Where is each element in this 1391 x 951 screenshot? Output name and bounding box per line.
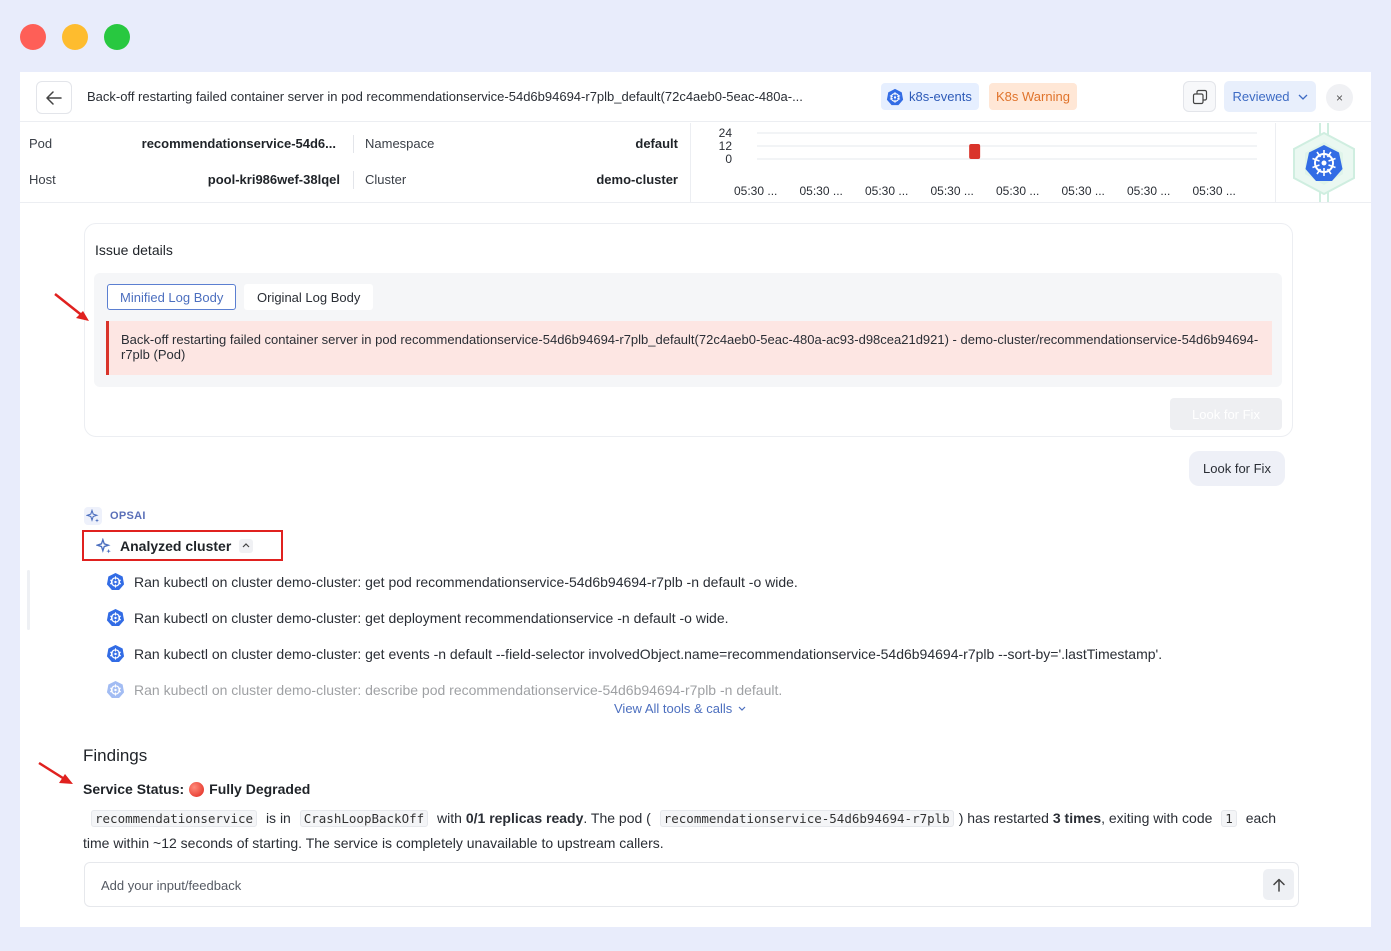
metadata-strip: Pod recommendationservice-54d6... Namesp… (20, 123, 1371, 203)
agent-header: OPSAI (84, 507, 146, 525)
kubernetes-hex-icon (1293, 123, 1355, 202)
log-panel: Minified Log Body Original Log Body Back… (94, 273, 1282, 387)
findings-bold: 3 times (1052, 810, 1102, 826)
agent-name: OPSAI (110, 510, 146, 522)
chart-x-tick-label: 05:30 ... (1062, 184, 1105, 198)
host-label: Host (29, 172, 56, 187)
chart-x-tick-label: 05:30 ... (800, 184, 843, 198)
tool-call-item: Ran kubectl on cluster demo-cluster: get… (106, 572, 798, 591)
severity-tag: K8s Warning (989, 83, 1077, 110)
look-for-fix-button[interactable]: Look for Fix (1170, 398, 1282, 430)
close-button[interactable]: × (1326, 84, 1353, 111)
copy-button[interactable] (1183, 81, 1216, 112)
findings-title: Findings (83, 746, 148, 765)
user-message-bubble: Look for Fix (1189, 451, 1285, 486)
app-window: Back-off restarting failed container ser… (20, 72, 1371, 927)
pod-value: recommendationservice-54d6... (141, 136, 336, 151)
chart-y-tick-label: 24 (719, 126, 733, 140)
window-zoom-control[interactable] (104, 24, 130, 50)
chart-x-tick-label: 05:30 ... (734, 184, 777, 198)
cluster-value: demo-cluster (596, 172, 678, 187)
chart-svg: 24120 05:30 ... 05:30 ... 05:30 ... 05:30 ..… (719, 126, 1257, 198)
kubernetes-logo (1277, 123, 1371, 202)
chevron-up-icon[interactable] (239, 538, 254, 553)
code-pod-state: CrashLoopBackOff (299, 810, 429, 827)
code-exit-code: 1 (1221, 810, 1237, 827)
service-status-value: Fully Degraded (209, 781, 311, 797)
window-minimize-control[interactable] (62, 24, 88, 50)
close-icon: × (1335, 90, 1343, 105)
severity-tag-label: K8s Warning (996, 89, 1070, 104)
tool-call-text: Ran kubectl on cluster demo-cluster: get… (134, 609, 729, 626)
issue-details-title: Issue details (95, 242, 173, 258)
chevron-down-icon (1298, 94, 1308, 100)
issue-header: Back-off restarting failed container ser… (20, 72, 1371, 122)
chevron-down-icon (738, 706, 746, 711)
log-body-text: Back-off restarting failed container ser… (106, 321, 1272, 375)
findings-text: . The pod ( (583, 810, 651, 826)
view-all-tools-link[interactable]: View All tools & calls (614, 701, 746, 716)
chart-bar[interactable] (969, 144, 981, 159)
annotation-arrow-icon (54, 293, 89, 321)
status-red-icon (189, 781, 205, 797)
cluster-label: Cluster (365, 172, 407, 187)
tool-call-item: Ran kubectl on cluster demo-cluster: get… (106, 608, 729, 627)
findings-text: is in (265, 810, 291, 826)
status-select[interactable]: Reviewed (1224, 81, 1316, 112)
tab-original-log-body[interactable]: Original Log Body (244, 284, 374, 310)
service-status-label: Service Status: (83, 781, 185, 797)
send-button[interactable] (1263, 869, 1294, 900)
kubernetes-icon (106, 572, 125, 591)
code-pod-name: recommendationservice-54d6b94694-r7plb (659, 810, 954, 827)
issue-title: Back-off restarting failed container ser… (87, 89, 803, 104)
feedback-input[interactable] (101, 875, 1201, 895)
analyzed-cluster-toggle[interactable]: Analyzed cluster (82, 530, 283, 561)
source-tag: k8s-events (881, 83, 979, 110)
code-service-name: recommendationservice (91, 810, 258, 827)
issue-details-card: Issue details Minified Log Body Original… (84, 223, 1293, 437)
kubernetes-icon (886, 88, 904, 105)
host-value: pool-kri986wef-38lqel (207, 172, 340, 187)
kubernetes-icon (106, 644, 125, 663)
chart-y-tick-label: 12 (719, 139, 733, 153)
source-tag-label: k8s-events (909, 89, 972, 104)
chart-x-tick-label: 05:30 ... (931, 184, 974, 198)
chart-x-tick-label: 05:30 ... (1127, 184, 1170, 198)
status-select-value: Reviewed (1232, 89, 1290, 104)
tool-call-text: Ran kubectl on cluster demo-cluster: des… (134, 681, 783, 698)
analyzed-cluster-label: Analyzed cluster (120, 537, 232, 554)
service-status: Service Status: Fully Degraded (83, 781, 310, 797)
window-close-control[interactable] (20, 24, 46, 50)
annotation-arrow-icon (38, 761, 73, 784)
copy-icon (1192, 89, 1207, 104)
view-all-tools-label: View All tools & calls (614, 701, 733, 716)
tool-call-item: Ran kubectl on cluster demo-cluster: des… (106, 680, 782, 699)
sparkle-icon (84, 507, 102, 525)
namespace-value: default (635, 136, 678, 151)
kubernetes-icon (106, 680, 125, 699)
tool-call-item: Ran kubectl on cluster demo-cluster: get… (106, 644, 1162, 663)
back-button[interactable] (36, 81, 72, 114)
findings-text: , exiting with code (1101, 810, 1213, 826)
feedback-box (84, 862, 1299, 907)
findings-paragraph: recommendationservice is in CrashLoopBac… (83, 806, 1283, 855)
namespace-label: Namespace (365, 136, 435, 151)
arrow-up-icon (1272, 878, 1285, 892)
pod-label: Pod (29, 136, 53, 151)
tool-call-text: Ran kubectl on cluster demo-cluster: get… (134, 645, 1163, 662)
chart-x-tick-label: 05:30 ... (865, 184, 908, 198)
findings-text: with (437, 810, 462, 826)
event-frequency-chart: 24 12 0 05:30 ... 05:30 ... 05:30 ... 05:30 ..… (690, 123, 1276, 202)
findings-bold: 0/1 replicas ready (465, 810, 584, 826)
kubernetes-icon (106, 608, 125, 627)
tool-call-text: Ran kubectl on cluster demo-cluster: get… (134, 573, 798, 590)
chart-x-tick-label: 05:30 ... (1193, 184, 1236, 198)
scroll-rail[interactable] (27, 570, 30, 630)
tab-minified-log-body[interactable]: Minified Log Body (107, 284, 237, 310)
chart-y-tick-label: 0 (725, 152, 732, 166)
sparkle-icon (96, 537, 111, 553)
chart-x-tick-label: 05:30 ... (996, 184, 1039, 198)
findings-text: ) has restarted (958, 810, 1049, 826)
arrow-left-icon (46, 90, 62, 105)
